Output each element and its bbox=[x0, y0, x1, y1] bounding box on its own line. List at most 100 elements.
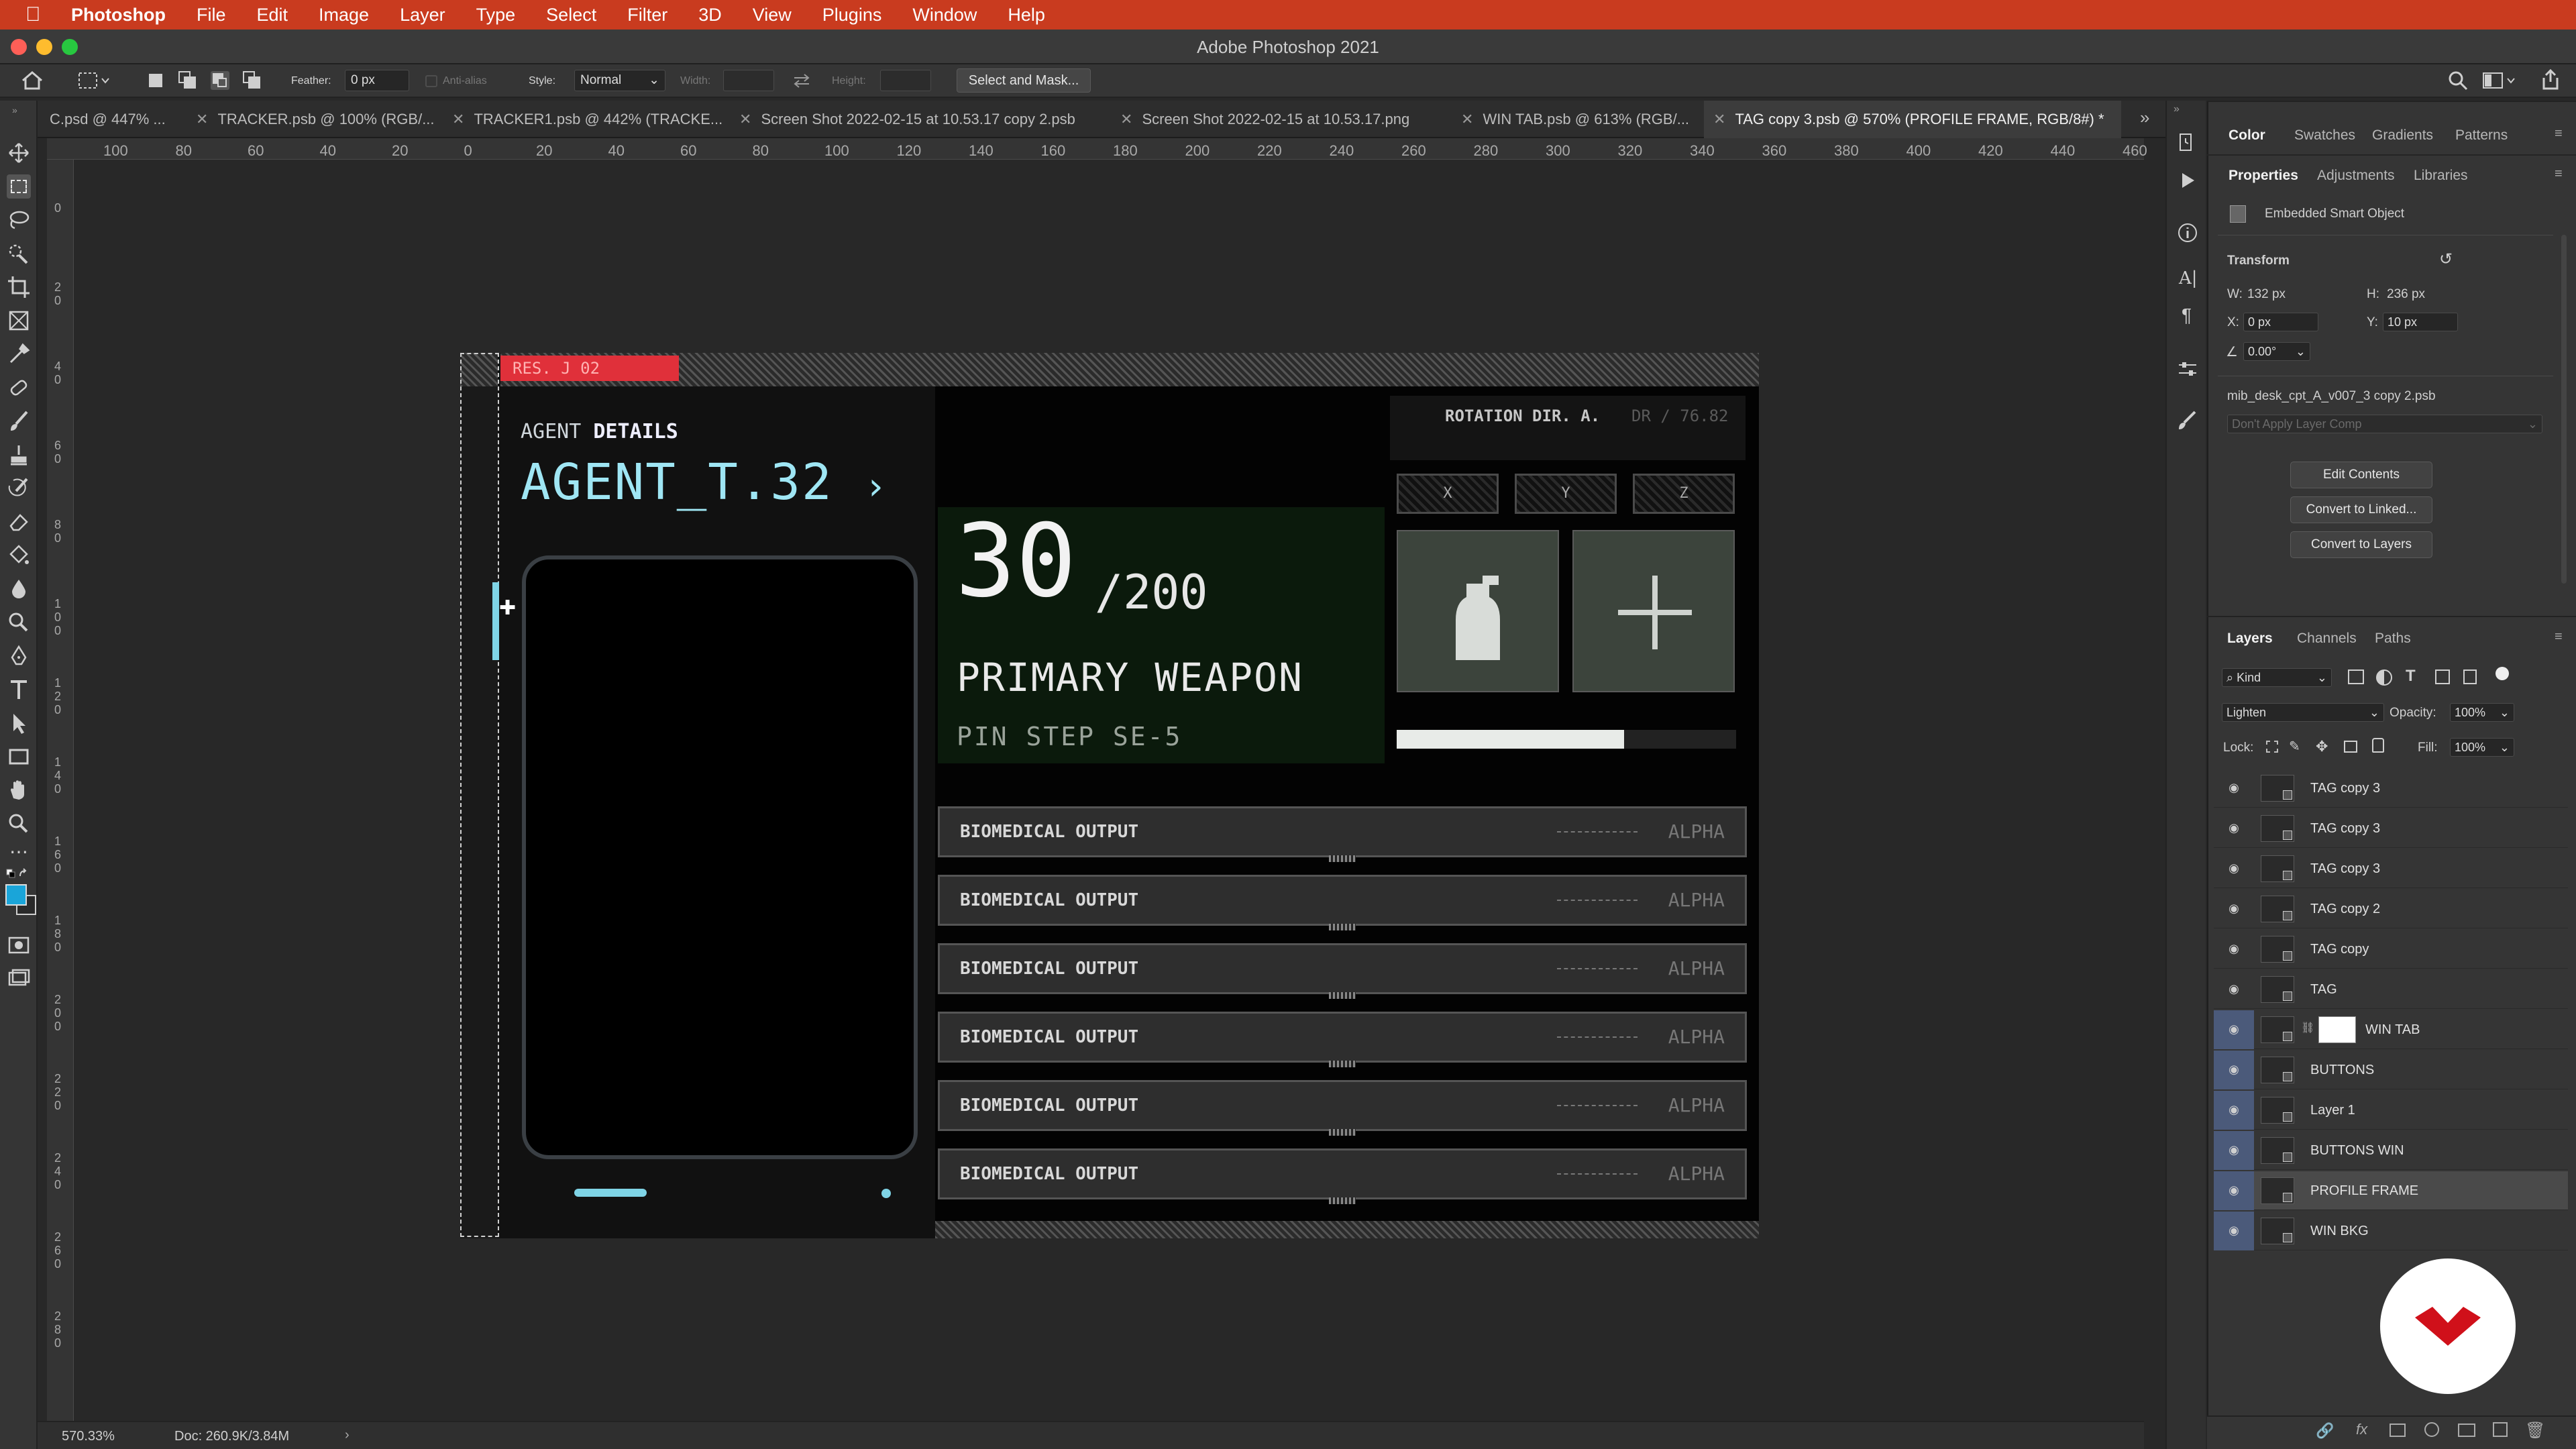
zoom-tool-icon[interactable] bbox=[7, 812, 31, 836]
filter-type-icon[interactable]: T bbox=[2406, 667, 2416, 686]
eye-icon[interactable]: ◉ bbox=[2226, 861, 2242, 876]
eye-icon[interactable]: ◉ bbox=[2226, 1224, 2242, 1238]
new-layer-icon[interactable] bbox=[2493, 1422, 2508, 1437]
clone-stamp-tool-icon[interactable] bbox=[7, 443, 31, 467]
hand-tool-icon[interactable] bbox=[7, 778, 31, 802]
eye-icon[interactable]: ◉ bbox=[2226, 781, 2242, 796]
more-tabs-icon[interactable]: » bbox=[2140, 107, 2149, 128]
axis-y-button[interactable]: Y bbox=[1515, 474, 1617, 514]
tab-adjustments[interactable]: Adjustments bbox=[2317, 168, 2395, 184]
doc-size[interactable]: Doc: 260.9K/3.84M bbox=[174, 1429, 289, 1444]
add-selection-icon[interactable] bbox=[178, 71, 197, 90]
edit-contents-button[interactable]: Edit Contents bbox=[2290, 462, 2432, 488]
workspace-icon[interactable] bbox=[2482, 71, 2517, 90]
menu-window[interactable]: Window bbox=[912, 5, 977, 25]
width-input[interactable] bbox=[723, 70, 774, 91]
tab-document-3[interactable]: ✕ TRACKER1.psb @ 442% (TRACKE... bbox=[443, 101, 730, 138]
layer-row[interactable]: ◉ WIN BKG bbox=[2214, 1212, 2568, 1250]
tab-properties[interactable]: Properties bbox=[2229, 168, 2298, 184]
layer-fx-icon[interactable]: fx bbox=[2356, 1421, 2367, 1438]
quick-select-tool-icon[interactable] bbox=[7, 241, 31, 266]
close-tab-icon[interactable]: ✕ bbox=[1120, 111, 1132, 127]
delete-layer-icon[interactable]: 🗑 bbox=[2525, 1421, 2545, 1440]
paint-bucket-tool-icon[interactable] bbox=[7, 543, 31, 568]
collapse-toolbar-icon[interactable]: » bbox=[12, 105, 17, 115]
eyedropper-tool-icon[interactable] bbox=[7, 342, 31, 366]
fill-input[interactable]: 100% ⌄ bbox=[2450, 738, 2514, 757]
share-icon[interactable] bbox=[2540, 68, 2561, 91]
menu-help[interactable]: Help bbox=[1008, 5, 1045, 25]
eye-icon[interactable]: ◉ bbox=[2226, 821, 2242, 836]
frame-tool-icon[interactable] bbox=[7, 309, 31, 333]
layer-row[interactable]: ◉ TAG copy 3 bbox=[2214, 769, 2568, 808]
blend-mode-select[interactable]: Lighten ⌄ bbox=[2222, 703, 2384, 722]
eye-icon[interactable]: ◉ bbox=[2226, 982, 2242, 997]
tab-document-active[interactable]: ✕ TAG copy 3.psb @ 570% (PROFILE FRAME, R… bbox=[1704, 101, 2121, 138]
eye-icon[interactable]: ◉ bbox=[2226, 902, 2242, 916]
actions-play-icon[interactable] bbox=[2176, 169, 2199, 192]
menu-view[interactable]: View bbox=[753, 5, 792, 25]
opacity-input[interactable]: 100% ⌄ bbox=[2450, 703, 2514, 722]
eraser-tool-icon[interactable] bbox=[7, 510, 31, 534]
layer-row[interactable]: ◉ TAG copy bbox=[2214, 930, 2568, 969]
new-adjustment-icon[interactable] bbox=[2424, 1422, 2439, 1437]
apple-icon[interactable]:  bbox=[25, 4, 46, 25]
tab-document-6[interactable]: ✕ WIN TAB.psb @ 613% (RGB/... bbox=[1452, 101, 1704, 138]
antialias-checkbox[interactable] bbox=[425, 75, 437, 87]
dodge-tool-icon[interactable] bbox=[7, 610, 31, 635]
menu-plugins[interactable]: Plugins bbox=[822, 5, 882, 25]
lock-pixels-icon[interactable]: ✎ bbox=[2289, 738, 2300, 755]
eye-icon[interactable]: ◉ bbox=[2226, 942, 2242, 957]
tab-document-5[interactable]: ✕ Screen Shot 2022-02-15 at 10.53.17.png bbox=[1111, 101, 1452, 138]
lock-transparent-icon[interactable] bbox=[2266, 741, 2278, 753]
eye-icon[interactable]: ◉ bbox=[2226, 1183, 2242, 1198]
rectangle-tool-icon[interactable] bbox=[7, 745, 31, 769]
menu-filter[interactable]: Filter bbox=[627, 5, 667, 25]
close-tab-icon[interactable]: ✕ bbox=[739, 111, 751, 127]
lock-artboard-icon[interactable] bbox=[2344, 741, 2357, 753]
filter-shape-icon[interactable] bbox=[2435, 669, 2450, 684]
menu-type[interactable]: Type bbox=[476, 5, 516, 25]
filter-pixel-icon[interactable] bbox=[2348, 669, 2364, 684]
add-mask-icon[interactable] bbox=[2390, 1424, 2406, 1437]
layer-mask-thumbnail[interactable] bbox=[2318, 1016, 2356, 1043]
layer-row[interactable]: ◉ BUTTONS WIN bbox=[2214, 1131, 2568, 1170]
foreground-color-swatch[interactable] bbox=[5, 884, 27, 906]
tab-document-4[interactable]: ✕ Screen Shot 2022-02-15 at 10.53.17 copy… bbox=[730, 101, 1111, 138]
layers-menu-icon[interactable]: ≡ bbox=[2555, 629, 2563, 645]
screen-mode-icon[interactable] bbox=[7, 966, 31, 990]
mask-link-icon[interactable]: ⛓ bbox=[2301, 1021, 2314, 1034]
grenade-slot[interactable] bbox=[1397, 530, 1559, 692]
menu-file[interactable]: File bbox=[197, 5, 226, 25]
brush-tool-icon[interactable] bbox=[7, 409, 31, 433]
select-and-mask-button[interactable]: Select and Mask... bbox=[957, 68, 1091, 93]
menu-photoshop[interactable]: Photoshop bbox=[71, 5, 166, 25]
tab-swatches[interactable]: Swatches bbox=[2294, 127, 2355, 144]
menu-select[interactable]: Select bbox=[546, 5, 596, 25]
history-brush-tool-icon[interactable] bbox=[7, 476, 31, 500]
menu-image[interactable]: Image bbox=[319, 5, 369, 25]
style-select[interactable]: Normal ⌄ bbox=[574, 70, 665, 91]
layer-row[interactable]: ◉ PROFILE FRAME bbox=[2214, 1171, 2568, 1210]
layer-row[interactable]: ◉ BUTTONS bbox=[2214, 1051, 2568, 1089]
layer-row[interactable]: ◉ Layer 1 bbox=[2214, 1091, 2568, 1130]
lock-position-icon[interactable]: ✥ bbox=[2316, 738, 2328, 755]
layer-comp-select[interactable]: Don't Apply Layer Comp ⌄ bbox=[2227, 415, 2542, 433]
menu-layer[interactable]: Layer bbox=[400, 5, 445, 25]
axis-z-button[interactable]: Z bbox=[1633, 474, 1735, 514]
tab-channels[interactable]: Channels bbox=[2297, 631, 2357, 647]
height-input[interactable] bbox=[880, 70, 931, 91]
new-selection-icon[interactable] bbox=[149, 74, 162, 87]
status-menu-icon[interactable]: › bbox=[345, 1428, 350, 1443]
reset-transform-icon[interactable]: ↺ bbox=[2439, 250, 2453, 269]
filter-smart-object-icon[interactable] bbox=[2463, 669, 2477, 684]
paragraph-panel-icon[interactable]: ¶ bbox=[2182, 305, 2192, 326]
history-panel-icon[interactable] bbox=[2176, 131, 2199, 154]
axis-x-button[interactable]: X bbox=[1397, 474, 1499, 514]
home-icon[interactable] bbox=[20, 70, 44, 91]
layer-filter-kind[interactable]: ⌕ Kind ⌄ bbox=[2222, 668, 2332, 687]
default-colors-icon[interactable] bbox=[5, 867, 32, 880]
panel-menu-icon[interactable]: ≡ bbox=[2555, 126, 2563, 142]
blur-tool-icon[interactable] bbox=[7, 577, 31, 601]
brush-settings-icon[interactable] bbox=[2176, 409, 2199, 432]
